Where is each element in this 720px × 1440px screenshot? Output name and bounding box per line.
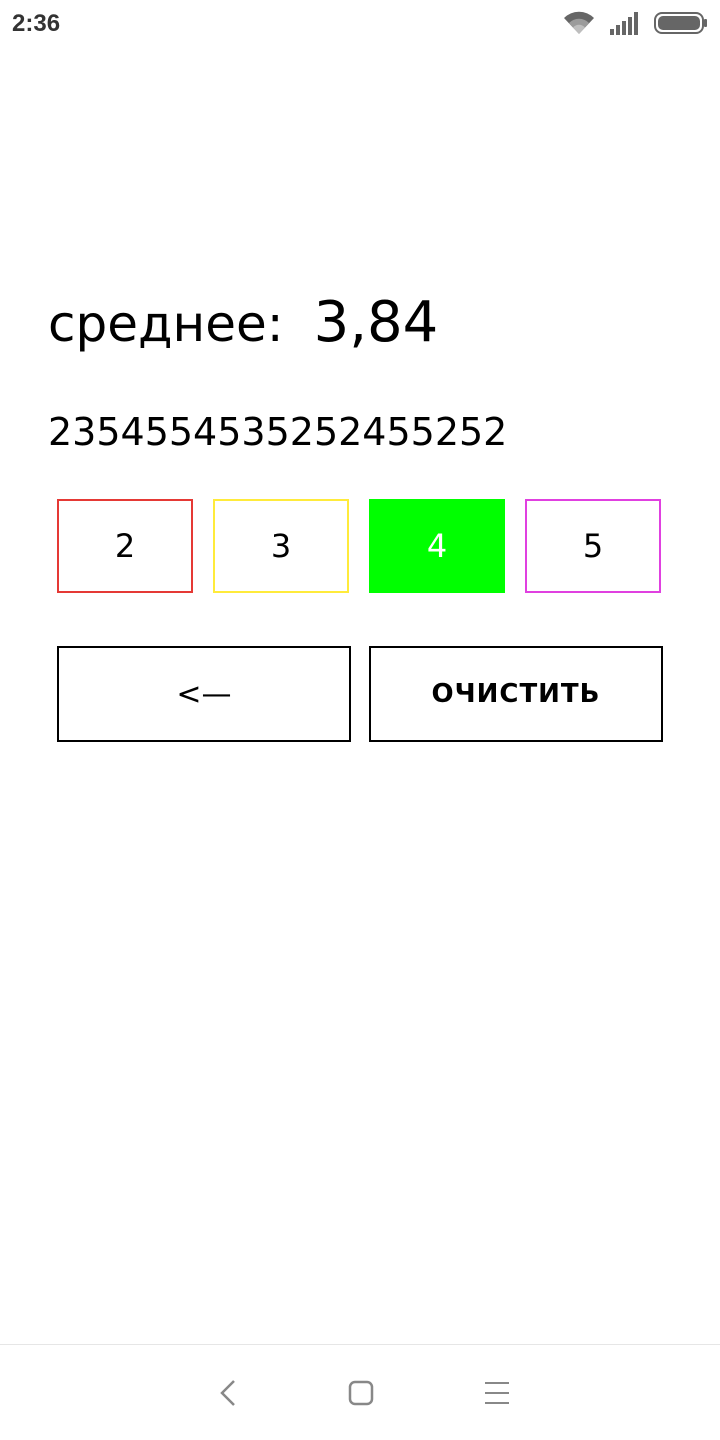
back-icon[interactable] xyxy=(208,1373,248,1413)
grade-3-button[interactable]: 3 xyxy=(213,499,349,593)
average-label: среднее: xyxy=(48,295,284,353)
signal-icon xyxy=(610,11,640,40)
status-bar: 2:36 xyxy=(0,0,720,50)
average-row: среднее: 3,84 xyxy=(48,290,438,360)
battery-icon xyxy=(654,11,708,40)
average-value: 3,84 xyxy=(313,290,439,355)
grade-2-button[interactable]: 2 xyxy=(57,499,193,593)
home-icon[interactable] xyxy=(341,1373,381,1413)
status-icons xyxy=(548,10,708,40)
grade-4-button[interactable]: 4 xyxy=(369,499,505,593)
navigation-bar xyxy=(0,1344,720,1440)
status-time: 2:36 xyxy=(12,10,61,37)
app-screen: 2:36 среднее: 3,84 2354554535252455252 2… xyxy=(0,0,720,1440)
clear-button[interactable]: ОЧИСТИТЬ xyxy=(369,646,663,742)
grades-list: 2354554535252455252 xyxy=(48,410,508,454)
grade-5-button[interactable]: 5 xyxy=(525,499,661,593)
wifi-icon xyxy=(562,10,596,41)
backspace-button[interactable]: <— xyxy=(57,646,351,742)
menu-icon[interactable] xyxy=(477,1373,517,1413)
